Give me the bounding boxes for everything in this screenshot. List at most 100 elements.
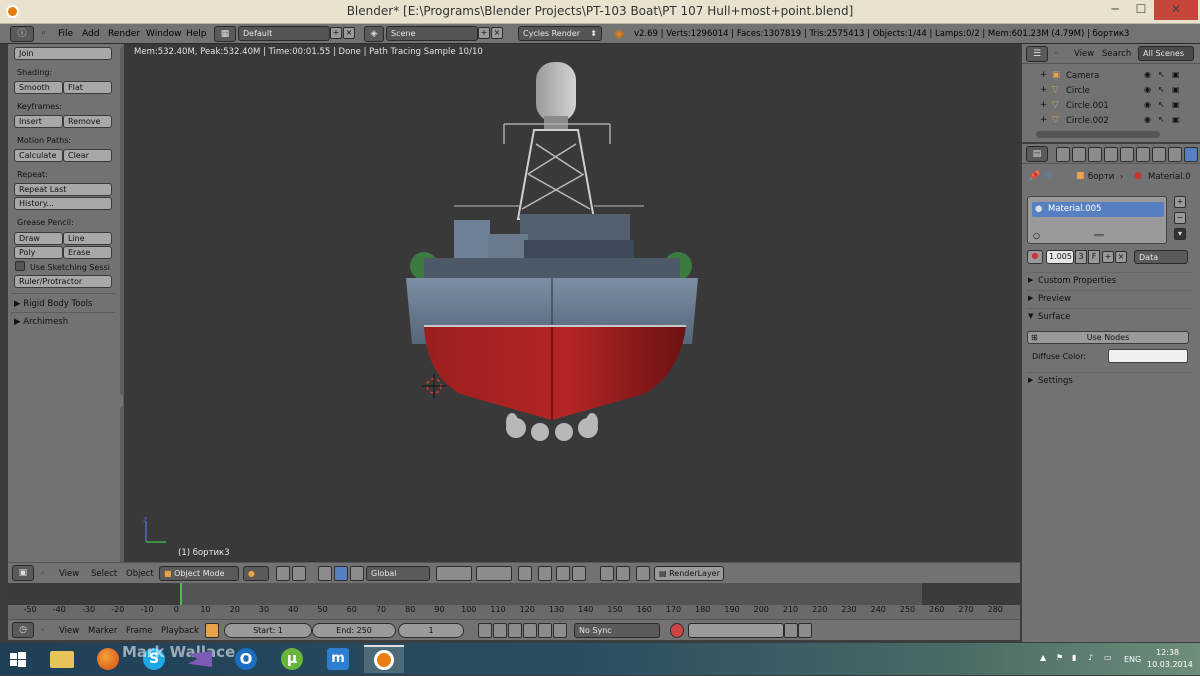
play-icon[interactable] <box>523 623 537 638</box>
list-filter-icon[interactable]: ○ <box>1033 231 1040 240</box>
select-arrow-icon[interactable]: ↖ <box>1158 115 1168 125</box>
expand-plus-icon[interactable]: + <box>1040 115 1047 125</box>
modifiers-tab-icon[interactable] <box>1152 147 1166 162</box>
unlink-material-button[interactable]: × <box>1115 251 1127 263</box>
settings-section[interactable]: ▶ Settings <box>1026 372 1192 388</box>
insert-keyframe-icon[interactable] <box>784 623 798 638</box>
timeline-area[interactable]: -50 -40 -30 -20 -10 0 10 20 30 40 50 60 70 80 90 100 110… <box>8 583 1020 619</box>
layers-grid-b[interactable] <box>476 566 512 581</box>
timeline-menu-marker[interactable]: Marker <box>88 626 117 636</box>
start-button[interactable] <box>0 645 36 673</box>
constraints-tab-icon[interactable] <box>1136 147 1150 162</box>
network-icon[interactable]: ▮ <box>1072 653 1076 662</box>
add-slot-button[interactable]: + <box>1174 196 1186 208</box>
archimesh-panel-header[interactable]: ▶ Archimesh <box>14 317 68 327</box>
context-icon[interactable]: ⚙ <box>1044 170 1053 181</box>
surface-section[interactable]: ▼ Surface <box>1026 308 1192 324</box>
translate-icon[interactable] <box>318 566 332 581</box>
fake-user-button[interactable]: F <box>1088 250 1100 264</box>
end-frame-field[interactable]: End: 250 <box>312 623 396 638</box>
users-count[interactable]: 3 <box>1075 250 1087 264</box>
render-camera-icon[interactable]: ▣ <box>1172 100 1182 110</box>
render-engine-select[interactable]: Cycles Render ⬍ <box>518 26 602 41</box>
material-tab-icon[interactable] <box>1184 147 1198 162</box>
render-camera-icon[interactable]: ▣ <box>1172 115 1182 125</box>
sync-select[interactable]: No Sync <box>574 623 660 638</box>
poly-button[interactable]: Poly <box>14 246 63 259</box>
object-tab-icon[interactable] <box>1120 147 1134 162</box>
render-tab-icon[interactable] <box>1056 147 1070 162</box>
join-button[interactable]: Join <box>14 47 112 60</box>
start-frame-field[interactable]: Start: 1 <box>224 623 312 638</box>
menu-window[interactable]: Window <box>146 29 182 39</box>
diffuse-color-swatch[interactable] <box>1108 349 1188 363</box>
language-indicator[interactable]: ENG <box>1124 655 1141 664</box>
repeat-last-button[interactable]: Repeat Last <box>14 183 112 196</box>
use-sketching-checkbox[interactable] <box>15 261 25 271</box>
insert-keyframe-button[interactable]: Insert <box>14 115 63 128</box>
material-slot-item[interactable]: ● Material.005 <box>1032 202 1164 217</box>
ruler-button[interactable]: Ruler/Protractor <box>14 275 112 288</box>
battery-icon[interactable]: ▭ <box>1104 653 1112 662</box>
rotate-icon[interactable] <box>334 566 348 581</box>
calculate-button[interactable]: Calculate <box>14 149 63 162</box>
link-select[interactable]: Data <box>1134 250 1188 264</box>
expand-plus-icon[interactable]: + <box>1040 100 1047 110</box>
menu-render[interactable]: Render <box>108 29 140 39</box>
render-still-icon[interactable] <box>600 566 614 581</box>
menu-select[interactable]: Select <box>91 569 117 579</box>
timeline-ruler[interactable]: -50 -40 -30 -20 -10 0 10 20 30 40 50 60 70 80 90 100 110… <box>8 605 1020 619</box>
layers-grid-a[interactable] <box>436 566 472 581</box>
rigid-body-panel-header[interactable]: ▶ Rigid Body Tools <box>14 299 92 309</box>
draw-button[interactable]: Draw <box>14 232 63 245</box>
visibility-eye-icon[interactable]: ◉ <box>1144 115 1154 125</box>
current-frame-field[interactable]: 1 <box>398 623 464 638</box>
menu-view[interactable]: View <box>59 569 79 579</box>
menu-help[interactable]: Help <box>186 29 207 39</box>
new-material-button[interactable]: + <box>1102 251 1114 263</box>
select-arrow-icon[interactable]: ↖ <box>1158 85 1168 95</box>
preview-range-icon[interactable] <box>205 623 219 638</box>
outliner-item-circle[interactable]: + ▽ Circle ◉ ↖ ▣ <box>1022 83 1200 98</box>
volume-icon[interactable]: ♪ <box>1088 653 1093 662</box>
render-camera-icon[interactable]: ▣ <box>1172 85 1182 95</box>
menu-object[interactable]: Object <box>126 569 154 579</box>
outliner-item-circle-002[interactable]: + ▽ Circle.002 ◉ ↖ ▣ <box>1022 113 1200 128</box>
expand-plus-icon[interactable]: + <box>1040 85 1047 95</box>
outliner-menu-search[interactable]: Search <box>1102 49 1131 59</box>
outliner-scope-select[interactable]: All Scenes <box>1138 46 1194 61</box>
pause-render-icon[interactable] <box>636 566 650 581</box>
editor-type-outliner-icon[interactable]: ☰ <box>1026 46 1048 62</box>
history-button[interactable]: History... <box>14 197 112 210</box>
timeline-menu-frame[interactable]: Frame <box>126 626 152 636</box>
object-breadcrumb[interactable]: борти <box>1088 172 1114 182</box>
jump-start-icon[interactable] <box>478 623 492 638</box>
maxthon-icon[interactable]: m <box>318 645 358 673</box>
proportional-edit-icon[interactable] <box>538 566 552 581</box>
browse-material-icon[interactable]: ● <box>1027 250 1043 264</box>
render-camera-icon[interactable]: ▣ <box>1172 70 1182 80</box>
viewport-shading-select[interactable]: ● <box>243 566 269 581</box>
blender-taskbar-icon[interactable] <box>364 645 404 673</box>
expand-plus-icon[interactable]: + <box>1040 70 1047 80</box>
select-arrow-icon[interactable]: ↖ <box>1158 100 1168 110</box>
preview-section[interactable]: ▶ Preview <box>1026 290 1192 306</box>
next-keyframe-icon[interactable] <box>538 623 552 638</box>
maximize-button[interactable]: ☐ <box>1128 0 1154 20</box>
keying-set-field[interactable] <box>688 623 784 638</box>
material-name-field[interactable]: 1.005 <box>1046 250 1074 264</box>
erase-button[interactable]: Erase <box>63 246 112 259</box>
pivot-icon[interactable] <box>276 566 290 581</box>
menu-add[interactable]: Add <box>82 29 99 39</box>
remove-layout-button[interactable]: × <box>343 27 355 39</box>
render-anim-icon[interactable] <box>616 566 630 581</box>
record-icon[interactable] <box>670 623 684 638</box>
data-tab-icon[interactable] <box>1168 147 1182 162</box>
visibility-eye-icon[interactable]: ◉ <box>1144 100 1154 110</box>
world-tab-icon[interactable] <box>1104 147 1118 162</box>
render-layer-button[interactable]: ▤ RenderLayer <box>654 566 724 581</box>
editor-type-3d-icon[interactable]: ▣ <box>12 565 34 581</box>
remove-keyframe-button[interactable]: Remove <box>63 115 112 128</box>
current-frame-marker[interactable] <box>180 583 182 607</box>
editor-type-timeline-icon[interactable]: ◷ <box>12 622 34 638</box>
